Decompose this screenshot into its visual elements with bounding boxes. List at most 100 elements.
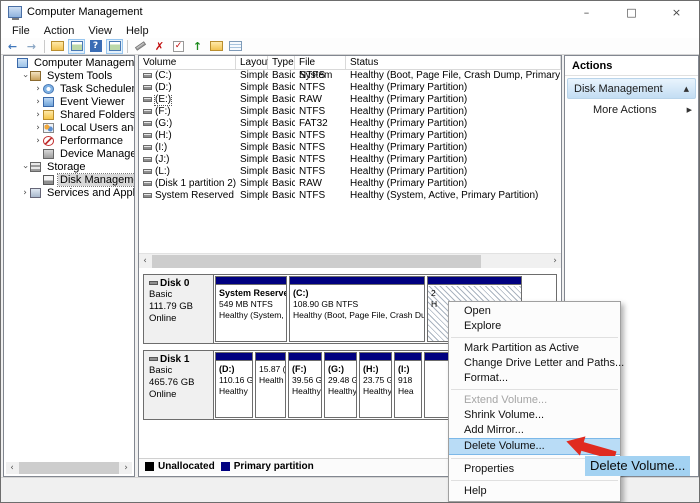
- table-row[interactable]: (F:)SimpleBasicNTFSHealthy (Primary Part…: [139, 106, 561, 118]
- volume-list-horizontal-scrollbar[interactable]: ‹ ›: [139, 253, 561, 268]
- tree-expander-icon[interactable]: ›: [20, 162, 30, 172]
- export-folder-icon[interactable]: [49, 39, 66, 54]
- console-tree-icon[interactable]: [68, 39, 85, 54]
- status-cell: Healthy (Primary Partition): [346, 178, 561, 190]
- delete-volume-icon[interactable]: ✗: [151, 39, 168, 54]
- search-folder-icon[interactable]: [208, 39, 225, 54]
- up-arrow-icon[interactable]: ↑: [189, 39, 206, 54]
- table-row[interactable]: (D:)SimpleBasicNTFSHealthy (Primary Part…: [139, 82, 561, 94]
- check-icon[interactable]: ✓: [170, 39, 187, 54]
- partition-cell-i[interactable]: (I:)918Hea: [394, 352, 422, 418]
- tree-expander-icon[interactable]: ›: [33, 110, 43, 120]
- column-header-volume[interactable]: Volume: [139, 56, 236, 70]
- menu-item-help[interactable]: Help: [449, 484, 620, 499]
- partition-cell-f[interactable]: (F:)39.56 GHealthy: [288, 352, 322, 418]
- disk-size: 111.79 GB: [149, 301, 213, 313]
- tree-horizontal-scrollbar[interactable]: ‹ ›: [6, 462, 132, 474]
- table-row[interactable]: (Disk 1 partition 2)SimpleBasicRAWHealth…: [139, 178, 561, 190]
- sidebar-item-computer-management-local[interactable]: Computer Management (Local: [4, 56, 134, 69]
- event-viewer-icon: [43, 97, 54, 107]
- partition-cell[interactable]: 15.87 (Health: [255, 352, 286, 418]
- more-actions-item[interactable]: More Actions ▶: [565, 101, 698, 119]
- partition-cell-h[interactable]: (H:)23.75 GHealthy: [359, 352, 392, 418]
- volume-icon: [143, 193, 152, 198]
- help-icon[interactable]: ?: [87, 39, 104, 54]
- column-header-file-system[interactable]: File System: [295, 56, 346, 70]
- back-icon[interactable]: ←: [4, 39, 21, 54]
- action-pane-icon[interactable]: [106, 39, 123, 54]
- menu-item-format[interactable]: Format...: [449, 371, 620, 386]
- scroll-right-icon[interactable]: ›: [549, 256, 561, 266]
- scroll-right-icon[interactable]: ›: [120, 463, 132, 473]
- sidebar-item-performance[interactable]: › Performance: [4, 134, 134, 147]
- sidebar-item-device-manager[interactable]: Device Manager: [4, 147, 134, 160]
- partition-cell-c[interactable]: (C:)108.90 GB NTFSHealthy (Boot, Page Fi…: [289, 276, 425, 342]
- maximize-button[interactable]: □: [609, 1, 654, 23]
- table-row[interactable]: System Reserved (K:)SimpleBasicNTFSHealt…: [139, 190, 561, 202]
- tree-item-label: Performance: [58, 135, 125, 147]
- column-header-status[interactable]: Status: [346, 56, 561, 70]
- forward-icon[interactable]: →: [23, 39, 40, 54]
- partition-cell-systemreserve[interactable]: System Reserve549 MB NTFSHealthy (System…: [215, 276, 287, 342]
- sidebar-item-system-tools[interactable]: ›System Tools: [4, 69, 134, 82]
- tree-expander-icon[interactable]: ›: [33, 136, 43, 146]
- tree-expander-icon[interactable]: ›: [33, 123, 43, 133]
- sidebar-item-local-users-and-groups[interactable]: ›Local Users and Groups: [4, 121, 134, 134]
- tree-expander-icon[interactable]: ›: [20, 188, 30, 198]
- scroll-left-icon[interactable]: ‹: [139, 256, 151, 266]
- disk-info-box[interactable]: Disk 0Basic111.79 GBOnline: [144, 275, 214, 343]
- volume-label: (H:): [155, 130, 172, 141]
- column-header-layout[interactable]: Layout: [236, 56, 268, 70]
- menu-item-explore[interactable]: Explore: [449, 319, 620, 334]
- scroll-left-icon[interactable]: ‹: [6, 463, 18, 473]
- sidebar-item-disk-management[interactable]: Disk Management: [4, 173, 134, 186]
- sidebar-item-task-scheduler[interactable]: ›Task Scheduler: [4, 82, 134, 95]
- tool-icon[interactable]: [132, 39, 149, 54]
- menu-item-change-drive-letter-and-paths[interactable]: Change Drive Letter and Paths...: [449, 356, 620, 371]
- tree-expander-icon[interactable]: ›: [33, 97, 43, 107]
- partition-cell-body: (D:)110.16 GHealthy: [216, 362, 252, 417]
- minimize-button[interactable]: –: [564, 1, 609, 23]
- partition-status: Health: [259, 375, 285, 386]
- table-row[interactable]: (H:)SimpleBasicNTFSHealthy (Primary Part…: [139, 130, 561, 142]
- volume-cell: (D:): [139, 82, 236, 94]
- partition-status: Healthy: [363, 386, 391, 397]
- partition-cell-d[interactable]: (D:)110.16 GHealthy: [215, 352, 253, 418]
- column-header-type[interactable]: Type: [268, 56, 295, 70]
- menu-file[interactable]: File: [5, 25, 37, 37]
- table-row[interactable]: (I:)SimpleBasicNTFSHealthy (Primary Part…: [139, 142, 561, 154]
- table-row[interactable]: (C:)SimpleBasicNTFSHealthy (Boot, Page F…: [139, 70, 561, 82]
- menu-item-add-mirror[interactable]: Add Mirror...: [449, 423, 620, 438]
- sidebar-item-event-viewer[interactable]: ›Event Viewer: [4, 95, 134, 108]
- sidebar-item-storage[interactable]: ›Storage: [4, 160, 134, 173]
- scrollbar-thumb[interactable]: [19, 462, 119, 474]
- collapse-icon[interactable]: ▲: [684, 85, 689, 93]
- menu-item-mark-partition-as-active[interactable]: Mark Partition as Active: [449, 341, 620, 356]
- table-row[interactable]: (L:)SimpleBasicNTFSHealthy (Primary Part…: [139, 166, 561, 178]
- file-system-cell: NTFS: [295, 166, 346, 178]
- menu-help[interactable]: Help: [119, 25, 156, 37]
- partition-cell-g[interactable]: (G:)29.48 GHealthy: [324, 352, 357, 418]
- partition-type-bar: [325, 353, 356, 361]
- menu-item-open[interactable]: Open: [449, 304, 620, 319]
- table-row[interactable]: (J:)SimpleBasicNTFSHealthy (Primary Part…: [139, 154, 561, 166]
- partition-cell-body: System Reserve549 MB NTFSHealthy (System…: [216, 286, 286, 341]
- close-button[interactable]: ×: [654, 1, 699, 23]
- tree-expander-icon[interactable]: ›: [33, 84, 43, 94]
- disk-info-box[interactable]: Disk 1Basic465.76 GBOnline: [144, 351, 214, 419]
- menu-item-shrink-volume[interactable]: Shrink Volume...: [449, 408, 620, 423]
- actions-group-disk-management[interactable]: Disk Management ▲: [567, 78, 696, 99]
- table-row[interactable]: (E:)SimpleBasicRAWHealthy (Primary Parti…: [139, 94, 561, 106]
- properties-icon[interactable]: [227, 39, 244, 54]
- scrollbar-thumb[interactable]: [152, 255, 481, 268]
- title-bar[interactable]: Computer Management –□×: [1, 1, 699, 23]
- volume-cell: (G:): [139, 118, 236, 130]
- menu-action[interactable]: Action: [37, 25, 82, 37]
- menu-view[interactable]: View: [81, 25, 119, 37]
- partition-cell-body: (F:)39.56 GHealthy: [289, 362, 321, 417]
- sidebar-item-shared-folders[interactable]: ›Shared Folders: [4, 108, 134, 121]
- sidebar-item-services-and-applications[interactable]: ›Services and Applications: [4, 186, 134, 199]
- tree-expander-icon[interactable]: ›: [20, 71, 30, 81]
- volume-label: System Reserved (K:): [155, 190, 236, 201]
- table-row[interactable]: (G:)SimpleBasicFAT32Healthy (Primary Par…: [139, 118, 561, 130]
